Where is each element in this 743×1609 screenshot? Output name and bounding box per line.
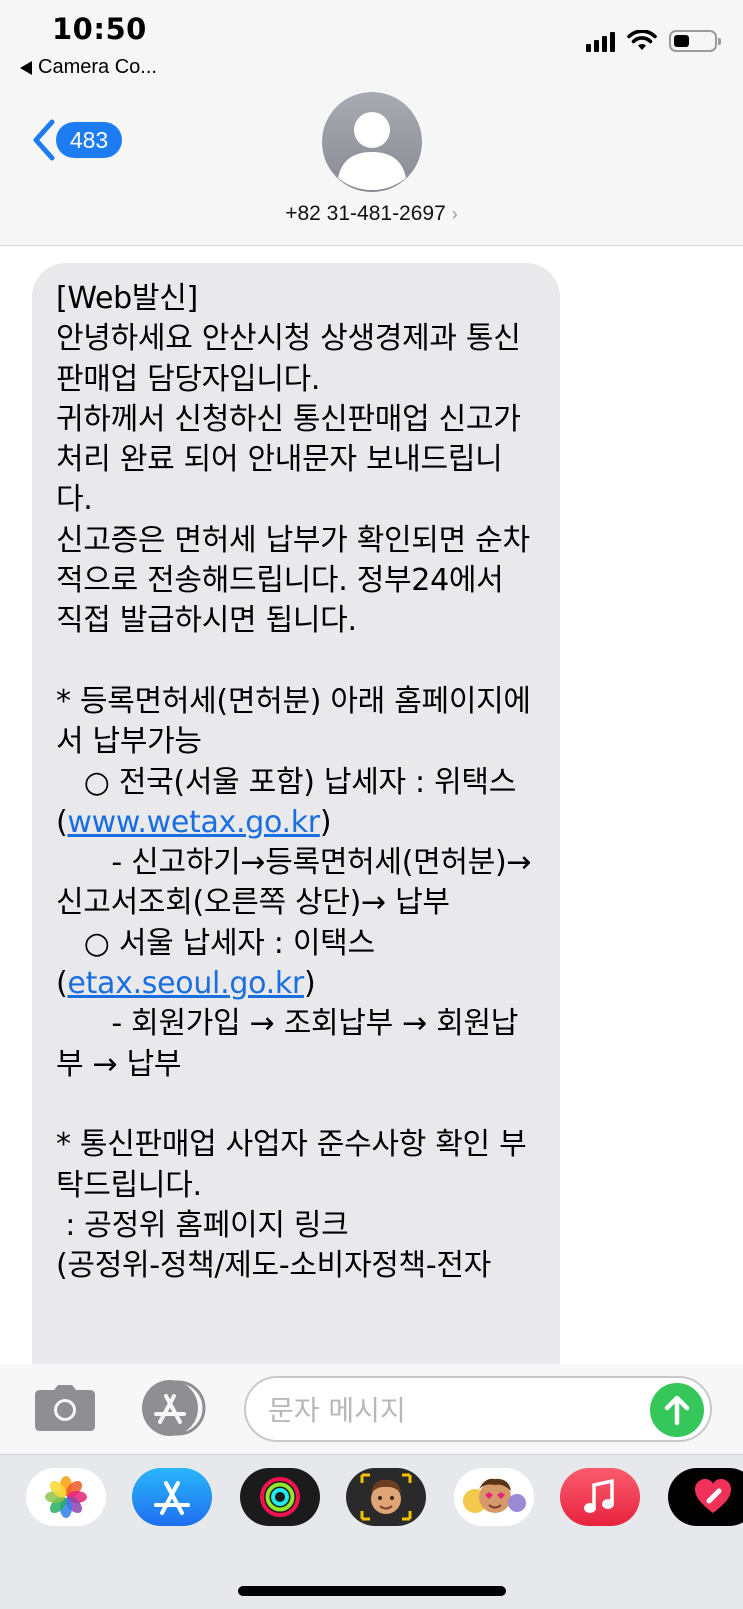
person-silhouette-icon xyxy=(338,112,406,190)
photos-flower-icon xyxy=(45,1476,87,1518)
app-store-icon[interactable] xyxy=(132,1468,212,1526)
message-list[interactable]: [Web발신] 안녕하세요 안산시청 상생경제과 통신판매업 담당자입니다. 귀… xyxy=(0,247,743,1364)
activity-icon[interactable] xyxy=(240,1468,320,1526)
activity-rings-icon xyxy=(260,1477,300,1517)
contact-number[interactable]: +82 31-481-2697 › xyxy=(0,202,743,226)
digital-touch-icon[interactable] xyxy=(668,1468,743,1526)
photos-icon[interactable] xyxy=(26,1468,106,1526)
wifi-icon xyxy=(627,30,657,50)
heart-touch-icon xyxy=(695,1479,731,1513)
contact-number-label: +82 31-481-2697 xyxy=(285,202,446,225)
contact-avatar[interactable] xyxy=(322,92,422,192)
arrow-up-icon xyxy=(664,1395,690,1426)
home-indicator[interactable] xyxy=(238,1586,506,1596)
music-icon[interactable] xyxy=(560,1468,640,1526)
back-to-app-label: Camera Co... xyxy=(38,56,157,78)
message-text-part-3: ) - 회원가입 → 조회납부 → 회원납부 → 납부 * 통신판매업 사업자 … xyxy=(56,966,527,1284)
back-to-app-link[interactable]: Camera Co... xyxy=(20,56,157,79)
battery-icon xyxy=(669,30,721,52)
imessage-app-drawer xyxy=(0,1454,743,1609)
status-icons xyxy=(586,30,721,52)
conversation-header: 10:50 Camera Co... 483 +82 31-481-2697 › xyxy=(0,0,743,246)
back-chevron-icon xyxy=(33,119,55,161)
memoji-icon[interactable] xyxy=(346,1468,426,1526)
status-time: 10:50 xyxy=(52,12,147,46)
animoji-icon[interactable] xyxy=(454,1468,534,1526)
cellular-signal-icon xyxy=(586,30,615,52)
app-store-a-icon xyxy=(154,1481,190,1515)
incoming-message-bubble[interactable]: [Web발신] 안녕하세요 안산시청 상생경제과 통신판매업 담당자입니다. 귀… xyxy=(32,263,560,1364)
contact-details-chevron-icon: › xyxy=(451,204,458,224)
message-text-field[interactable] xyxy=(244,1376,712,1442)
unread-count-badge: 483 xyxy=(56,122,122,158)
message-body: [Web발신] 안녕하세요 안산시청 상생경제과 통신판매업 담당자입니다. 귀… xyxy=(56,279,536,1286)
etax-seoul-link[interactable]: etax.seoul.go.kr xyxy=(67,966,304,1001)
music-note-icon xyxy=(584,1478,614,1513)
send-button[interactable] xyxy=(650,1383,704,1437)
back-triangle-icon xyxy=(20,60,32,75)
back-button[interactable]: 483 xyxy=(30,118,122,162)
camera-icon[interactable] xyxy=(34,1384,96,1432)
wetax-link[interactable]: www.wetax.go.kr xyxy=(67,805,320,840)
message-text-part-1: [Web발신] 안녕하세요 안산시청 상생경제과 통신판매업 담당자입니다. 귀… xyxy=(56,281,531,840)
memoji-face-icon xyxy=(360,1473,412,1521)
app-store-button-icon[interactable] xyxy=(138,1380,210,1436)
message-input[interactable] xyxy=(268,1388,628,1432)
animoji-faces-icon xyxy=(463,1478,526,1513)
message-input-bar xyxy=(0,1364,743,1454)
